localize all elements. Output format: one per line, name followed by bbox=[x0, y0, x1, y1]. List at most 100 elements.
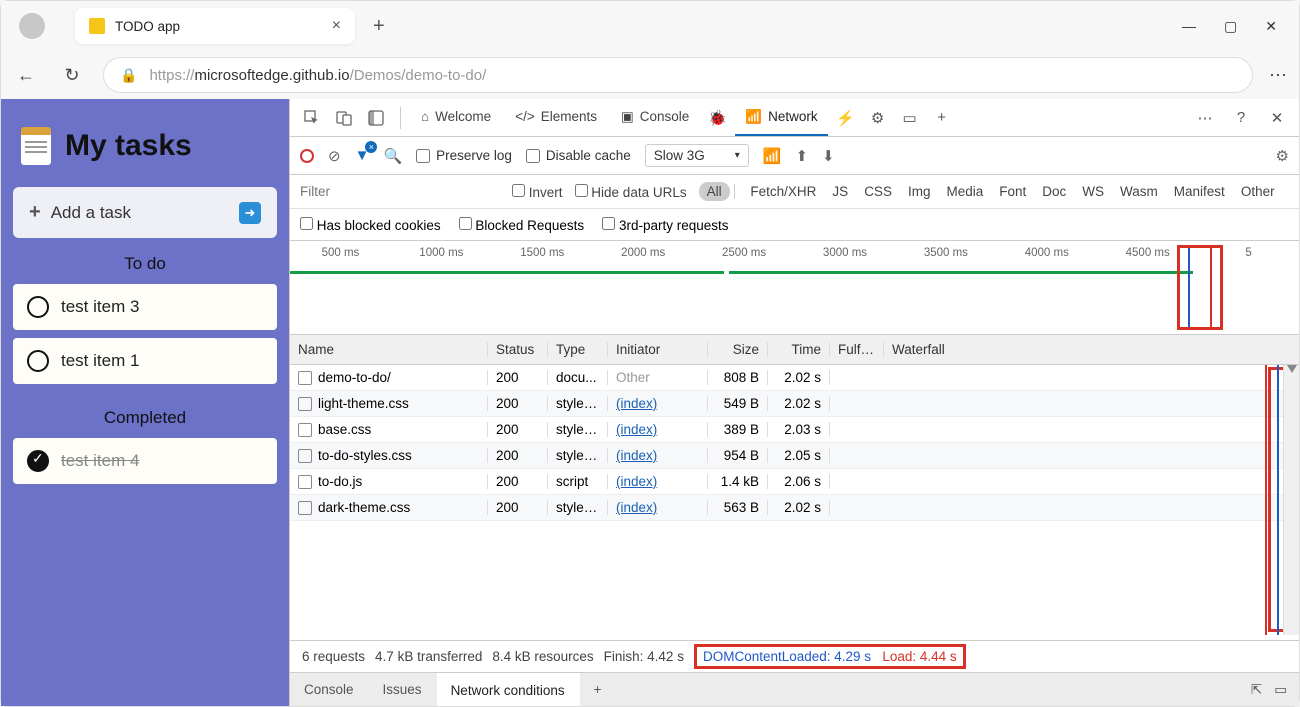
tab-welcome[interactable]: ⌂Welcome bbox=[411, 99, 501, 136]
request-type: styles... bbox=[548, 448, 608, 463]
blocked-cookies-checkbox[interactable]: Has blocked cookies bbox=[300, 217, 441, 233]
browser-menu-button[interactable]: ⋯ bbox=[1269, 65, 1289, 86]
device-toggle-icon[interactable] bbox=[330, 104, 358, 132]
inspect-icon[interactable] bbox=[298, 104, 326, 132]
status-resources: 8.4 kB resources bbox=[492, 649, 593, 664]
filter-type-all[interactable]: All bbox=[699, 182, 730, 201]
col-initiator[interactable]: Initiator bbox=[608, 342, 708, 357]
drawer-collapse-icon[interactable]: ▭ bbox=[1274, 682, 1287, 698]
task-text: test item 3 bbox=[61, 297, 139, 317]
record-button[interactable] bbox=[300, 149, 314, 163]
tab-elements[interactable]: </>Elements bbox=[505, 99, 607, 136]
close-window-button[interactable]: ✕ bbox=[1265, 18, 1277, 35]
task-item[interactable]: test item 4 bbox=[13, 438, 277, 484]
filter-type-ws[interactable]: WS bbox=[1074, 182, 1112, 201]
disable-cache-checkbox[interactable]: Disable cache bbox=[526, 148, 631, 163]
bug-icon[interactable]: 🐞 bbox=[703, 104, 731, 132]
filter-type-img[interactable]: Img bbox=[900, 182, 939, 201]
tab-title: TODO app bbox=[115, 19, 332, 34]
checkbox-icon[interactable] bbox=[27, 350, 49, 372]
request-initiator[interactable]: (index) bbox=[608, 500, 708, 515]
throttle-select[interactable]: Slow 3G bbox=[645, 144, 749, 167]
filter-toggle-icon[interactable]: ▼ bbox=[355, 147, 370, 164]
request-initiator[interactable]: (index) bbox=[608, 396, 708, 411]
more-tools-icon[interactable]: ⋯ bbox=[1191, 104, 1219, 132]
blocked-requests-checkbox[interactable]: Blocked Requests bbox=[459, 217, 585, 233]
filter-type-js[interactable]: JS bbox=[824, 182, 856, 201]
help-icon[interactable]: ? bbox=[1227, 104, 1255, 132]
third-party-checkbox[interactable]: 3rd-party requests bbox=[602, 217, 728, 233]
task-item[interactable]: test item 1 bbox=[13, 338, 277, 384]
drawer-tabs: Console Issues Network conditions + ⇱ ▭ bbox=[290, 672, 1299, 706]
hide-data-urls-checkbox[interactable]: Hide data URLs bbox=[575, 184, 687, 200]
search-icon[interactable]: 🔍 bbox=[383, 147, 402, 165]
profile-avatar[interactable] bbox=[19, 13, 45, 39]
submit-icon[interactable]: ➜ bbox=[239, 202, 261, 224]
drawer-add-tab[interactable]: + bbox=[580, 673, 617, 706]
request-name: demo-to-do/ bbox=[318, 370, 391, 385]
dock-icon[interactable] bbox=[362, 104, 390, 132]
back-button[interactable]: ← bbox=[11, 60, 41, 90]
preserve-log-checkbox[interactable]: Preserve log bbox=[416, 148, 512, 163]
request-initiator[interactable]: (index) bbox=[608, 422, 708, 437]
checkbox-icon[interactable] bbox=[27, 296, 49, 318]
add-task-input[interactable]: + Add a task ➜ bbox=[13, 187, 277, 238]
drawer-console[interactable]: Console bbox=[290, 673, 369, 706]
col-type[interactable]: Type bbox=[548, 342, 608, 357]
refresh-button[interactable]: ↻ bbox=[57, 60, 87, 90]
col-waterfall[interactable]: Waterfall bbox=[884, 342, 1299, 357]
request-row[interactable]: demo-to-do/200docu...Other808 B2.02 s bbox=[290, 365, 1299, 391]
close-devtools-icon[interactable]: ✕ bbox=[1263, 104, 1291, 132]
network-conditions-icon[interactable]: 📶 bbox=[763, 147, 782, 165]
request-row[interactable]: to-do-styles.css200styles...(index)954 B… bbox=[290, 443, 1299, 469]
network-settings-icon[interactable]: ⚙ bbox=[1276, 147, 1289, 165]
filter-type-other[interactable]: Other bbox=[1233, 182, 1283, 201]
col-size[interactable]: Size bbox=[708, 342, 768, 357]
drawer-expand-icon[interactable]: ⇱ bbox=[1251, 682, 1262, 698]
address-bar[interactable]: 🔒 https://microsoftedge.github.io/Demos/… bbox=[103, 57, 1253, 93]
filter-type-doc[interactable]: Doc bbox=[1034, 182, 1074, 201]
filter-type-fetch/xhr[interactable]: Fetch/XHR bbox=[742, 182, 824, 201]
col-name[interactable]: Name bbox=[290, 342, 488, 357]
request-initiator[interactable]: (index) bbox=[608, 474, 708, 489]
task-item[interactable]: test item 3 bbox=[13, 284, 277, 330]
load-line bbox=[1265, 365, 1267, 635]
tab-network[interactable]: 📶Network bbox=[735, 99, 827, 136]
filter-type-manifest[interactable]: Manifest bbox=[1166, 182, 1233, 201]
drawer-issues[interactable]: Issues bbox=[369, 673, 437, 706]
col-fulfilled[interactable]: Fulfill... bbox=[830, 342, 884, 357]
tab-console[interactable]: ▣Console bbox=[611, 99, 699, 136]
request-initiator[interactable]: (index) bbox=[608, 448, 708, 463]
request-row[interactable]: to-do.js200script(index)1.4 kB2.06 s bbox=[290, 469, 1299, 495]
col-status[interactable]: Status bbox=[488, 342, 548, 357]
col-time[interactable]: Time bbox=[768, 342, 830, 357]
timeline-overview[interactable]: 500 ms1000 ms1500 ms2000 ms2500 ms3000 m… bbox=[290, 241, 1299, 335]
checkbox-icon[interactable] bbox=[27, 450, 49, 472]
gear-icon[interactable]: ⚙ bbox=[864, 104, 892, 132]
new-tab-button[interactable]: + bbox=[373, 15, 385, 38]
close-tab-icon[interactable]: × bbox=[332, 17, 341, 35]
scrollbar[interactable] bbox=[1283, 365, 1299, 635]
maximize-button[interactable]: ▢ bbox=[1224, 18, 1237, 35]
clear-button[interactable]: ⊘ bbox=[328, 147, 341, 165]
filter-input[interactable] bbox=[300, 184, 500, 199]
url-text: https://microsoftedge.github.io/Demos/de… bbox=[149, 67, 486, 84]
filter-type-font[interactable]: Font bbox=[991, 182, 1034, 201]
filter-type-css[interactable]: CSS bbox=[856, 182, 900, 201]
request-row[interactable]: light-theme.css200styles...(index)549 B2… bbox=[290, 391, 1299, 417]
file-icon bbox=[298, 475, 312, 489]
performance-icon[interactable]: ⚡ bbox=[832, 104, 860, 132]
invert-checkbox[interactable]: Invert bbox=[512, 184, 563, 200]
request-row[interactable]: dark-theme.css200styles...(index)563 B2.… bbox=[290, 495, 1299, 521]
import-har-icon[interactable]: ⬆ bbox=[795, 147, 808, 165]
filter-type-media[interactable]: Media bbox=[938, 182, 991, 201]
minimize-button[interactable]: — bbox=[1182, 18, 1196, 35]
application-icon[interactable]: ▭ bbox=[896, 104, 924, 132]
browser-tab[interactable]: TODO app × bbox=[75, 8, 355, 44]
request-row[interactable]: base.css200styles...(index)389 B2.03 s bbox=[290, 417, 1299, 443]
export-har-icon[interactable]: ⬇ bbox=[822, 147, 835, 165]
plus-icon: + bbox=[29, 201, 41, 224]
more-tabs-button[interactable]: + bbox=[928, 104, 956, 132]
filter-type-wasm[interactable]: Wasm bbox=[1112, 182, 1166, 201]
drawer-network-conditions[interactable]: Network conditions bbox=[437, 673, 580, 706]
